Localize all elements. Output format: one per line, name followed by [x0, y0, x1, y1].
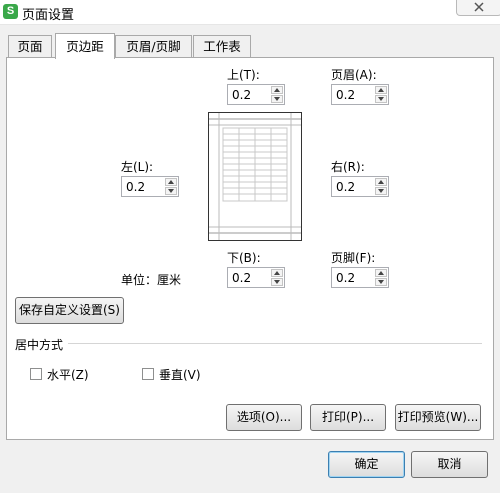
- top-margin-label: 上(T):: [227, 68, 260, 82]
- header-margin-decrement[interactable]: [375, 95, 387, 103]
- spin-up-icon: [168, 180, 174, 184]
- spin-down-icon: [378, 189, 384, 193]
- right-margin-increment[interactable]: [375, 178, 387, 186]
- footer-margin-label: 页脚(F):: [331, 251, 376, 265]
- footer-margin-increment[interactable]: [375, 269, 387, 277]
- header-margin-label: 页眉(A):: [331, 68, 377, 82]
- center-horizontal-label: 水平(Z): [47, 368, 89, 382]
- left-margin-label: 左(L):: [121, 160, 154, 174]
- center-horizontal-checkbox[interactable]: [30, 368, 42, 380]
- spin-down-icon: [378, 280, 384, 284]
- top-margin-spinner: [227, 84, 285, 105]
- spin-up-icon: [378, 271, 384, 275]
- center-vertical-checkbox[interactable]: [142, 368, 154, 380]
- right-margin-label: 右(R):: [331, 160, 365, 174]
- print-preview-button[interactable]: 打印预览(W)...: [395, 404, 481, 431]
- bottom-margin-input[interactable]: [228, 268, 270, 287]
- footer-margin-decrement[interactable]: [375, 278, 387, 286]
- top-margin-increment[interactable]: [271, 86, 283, 94]
- spin-up-icon: [378, 88, 384, 92]
- spin-down-icon: [274, 97, 280, 101]
- footer-margin-input[interactable]: [332, 268, 374, 287]
- header-margin-spinner: [331, 84, 389, 105]
- left-margin-decrement[interactable]: [165, 187, 177, 195]
- right-margin-input[interactable]: [332, 177, 374, 196]
- spin-up-icon: [378, 180, 384, 184]
- spin-down-icon: [378, 97, 384, 101]
- spin-down-icon: [168, 189, 174, 193]
- left-margin-increment[interactable]: [165, 178, 177, 186]
- spin-up-icon: [274, 88, 280, 92]
- group-divider: [68, 343, 482, 344]
- footer-margin-spinner: [331, 267, 389, 288]
- bottom-margin-label: 下(B):: [227, 251, 261, 265]
- right-margin-decrement[interactable]: [375, 187, 387, 195]
- spin-up-icon: [274, 271, 280, 275]
- center-on-page-group-label: 居中方式: [15, 338, 64, 352]
- header-margin-increment[interactable]: [375, 86, 387, 94]
- units-label: 单位：厘米: [121, 273, 182, 287]
- top-margin-decrement[interactable]: [271, 95, 283, 103]
- save-custom-settings-button[interactable]: 保存自定义设置(S): [15, 297, 124, 324]
- center-vertical-label: 垂直(V): [159, 368, 201, 382]
- options-button[interactable]: 选项(O)...: [226, 404, 302, 431]
- spin-down-icon: [274, 280, 280, 284]
- print-button[interactable]: 打印(P)...: [310, 404, 386, 431]
- bottom-margin-spinner: [227, 267, 285, 288]
- bottom-margin-increment[interactable]: [271, 269, 283, 277]
- top-margin-input[interactable]: [228, 85, 270, 104]
- left-margin-spinner: [121, 176, 179, 197]
- left-margin-input[interactable]: [122, 177, 164, 196]
- right-margin-spinner: [331, 176, 389, 197]
- header-margin-input[interactable]: [332, 85, 374, 104]
- page-preview-graphic: [209, 113, 301, 240]
- page-setup-dialog: S 页面设置 页面 页边距 页眉/页脚 工作表 上(T): 页眉(A): 左(L…: [0, 0, 500, 493]
- page-preview: [208, 112, 302, 241]
- bottom-margin-decrement[interactable]: [271, 278, 283, 286]
